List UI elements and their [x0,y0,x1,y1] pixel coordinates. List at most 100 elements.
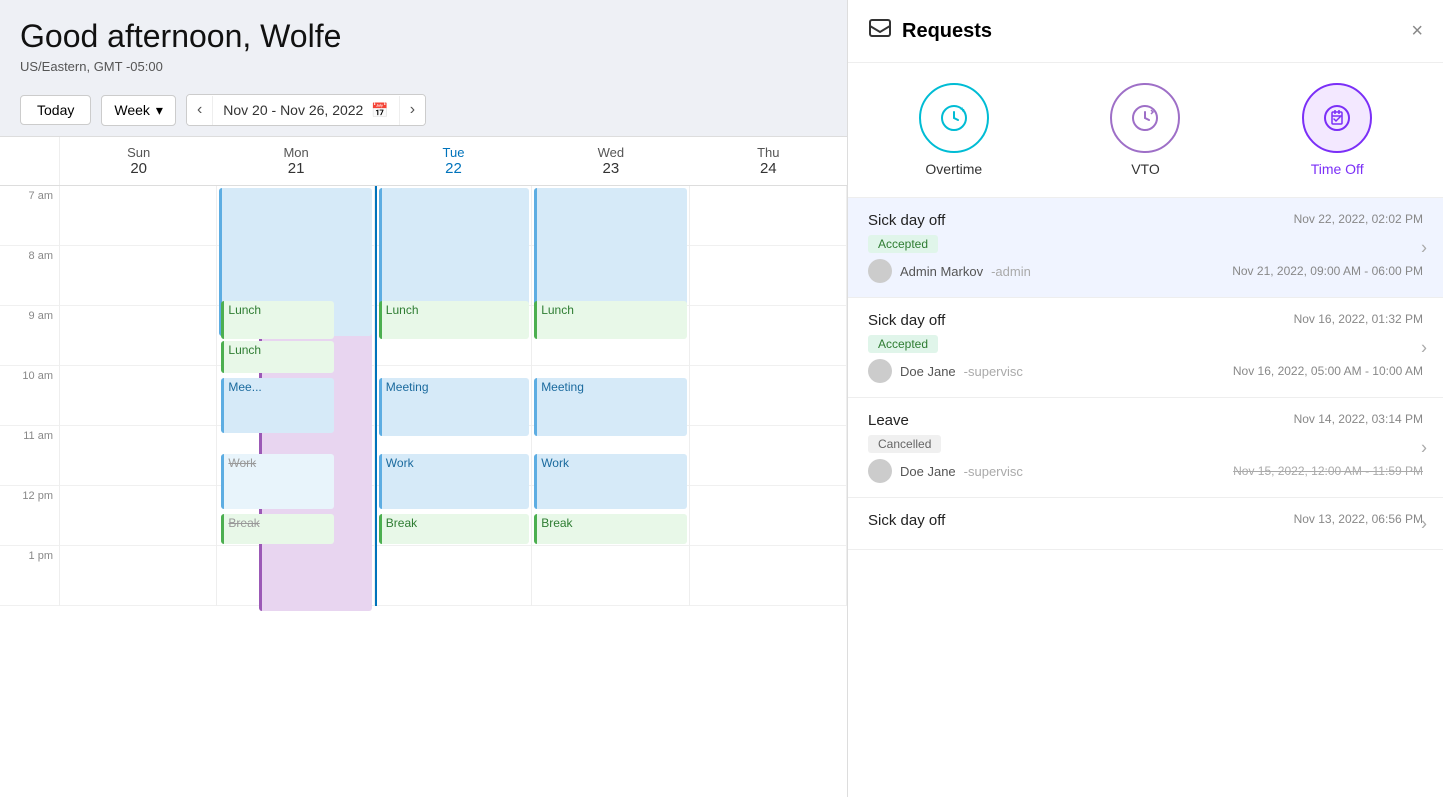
sun-10am [60,366,216,426]
timeoff-label: Time Off [1311,161,1364,177]
request-2-period: Nov 16, 2022, 05:00 AM - 10:00 AM [1233,364,1423,378]
mon-break-event[interactable]: Break [221,514,333,544]
request-2-date: Nov 16, 2022, 01:32 PM [1294,312,1423,326]
thu-7am [690,186,846,246]
thu-10am [690,366,846,426]
day-header-tue: Tue 22 [375,137,532,185]
mon-lunch-event-2[interactable]: Lunch [221,341,333,373]
requests-title: Requests [868,16,992,46]
mon-lunch-event[interactable]: Lunch [221,301,333,339]
day-col-mon: Lunch Sick da... Lunch Mee... Work [217,186,374,606]
inbox-icon [868,16,892,46]
overtime-label: Overtime [925,161,982,177]
request-2-badge: Accepted [868,335,938,353]
day-header-mon: Mon 21 [217,137,374,185]
tue-break-event[interactable]: Break [379,514,529,544]
request-type-vto[interactable]: VTO [1110,83,1180,177]
day-col-wed: Lunch Meeting Work Break [532,186,689,606]
sun-11am [60,426,216,486]
vto-label: VTO [1131,161,1160,177]
request-2-role: -supervisc [964,364,1023,379]
day-col-sun [60,186,217,606]
week-selector[interactable]: Week ▾ [101,95,176,126]
request-3-user: Doe Jane -supervisc Nov 15, 2022, 12:00 … [868,459,1423,483]
close-button[interactable]: × [1411,20,1423,43]
left-panel: Good afternoon, Wolfe US/Eastern, GMT -0… [0,0,848,797]
request-item-4[interactable]: Sick day off Nov 13, 2022, 06:56 PM › [848,498,1443,550]
wed-1pm [532,546,688,606]
request-types: + Overtime VTO [848,63,1443,198]
request-1-avatar [868,259,892,283]
tue-meeting-event[interactable]: Meeting [379,378,529,436]
time-10am: 10 am [0,366,59,426]
request-4-type: Sick day off [868,512,945,529]
tue-lunch-event[interactable]: Lunch [379,301,529,339]
request-2-chevron: › [1421,337,1427,358]
wed-work-event[interactable]: Work [534,454,686,509]
request-1-period: Nov 21, 2022, 09:00 AM - 06:00 PM [1232,264,1423,278]
next-period-button[interactable]: › [400,95,425,125]
calendar-grid: Sun 20 Mon 21 Tue 22 Wed 23 Thu 24 [0,137,847,797]
sun-12pm [60,486,216,546]
requests-list: Sick day off Nov 22, 2022, 02:02 PM Acce… [848,198,1443,797]
prev-period-button[interactable]: ‹ [187,95,212,125]
wed-meeting-event[interactable]: Meeting [534,378,686,436]
request-item-1[interactable]: Sick day off Nov 22, 2022, 02:02 PM Acce… [848,198,1443,298]
request-item-1-header: Sick day off Nov 22, 2022, 02:02 PM [868,212,1423,229]
request-1-user: Admin Markov -admin Nov 21, 2022, 09:00 … [868,259,1423,283]
request-item-3[interactable]: Leave Nov 14, 2022, 03:14 PM Cancelled D… [848,398,1443,498]
request-3-status-row: Cancelled [868,435,1423,459]
mon-meeting-event[interactable]: Mee... [221,378,333,433]
request-2-user: Doe Jane -supervisc Nov 16, 2022, 05:00 … [868,359,1423,383]
time-8am: 8 am [0,246,59,306]
thu-11am [690,426,846,486]
request-1-role: -admin [991,264,1031,279]
request-2-username: Doe Jane [900,364,956,379]
today-button[interactable]: Today [20,95,91,125]
greeting-text: Good afternoon, Wolfe [20,18,827,55]
request-3-avatar [868,459,892,483]
wed-break-event[interactable]: Break [534,514,686,544]
request-type-overtime[interactable]: + Overtime [919,83,989,177]
time-header-spacer [0,137,60,185]
request-1-date: Nov 22, 2022, 02:02 PM [1294,212,1423,226]
tue-1pm [377,546,531,606]
vto-icon [1110,83,1180,153]
time-11am: 11 am [0,426,59,486]
calendar-body: 7 am 8 am 9 am 10 am 11 am 12 pm 1 pm [0,186,847,606]
timeoff-icon [1302,83,1372,153]
request-4-date: Nov 13, 2022, 06:56 PM [1294,512,1423,526]
date-range-display: Nov 20 - Nov 26, 2022 📅 [212,96,400,125]
request-item-2-header: Sick day off Nov 16, 2022, 01:32 PM [868,312,1423,329]
calendar-header: Sun 20 Mon 21 Tue 22 Wed 23 Thu 24 [0,137,847,186]
calendar-icon[interactable]: 📅 [371,102,388,119]
thu-9am [690,306,846,366]
thu-1pm [690,546,846,606]
request-1-status-row: Accepted [868,235,1423,259]
tue-work-event[interactable]: Work [379,454,529,509]
time-7am: 7 am [0,186,59,246]
wed-lunch-event[interactable]: Lunch [534,301,686,339]
requests-header: Requests × [848,0,1443,63]
svg-text:+: + [960,105,965,114]
requests-title-text: Requests [902,20,992,43]
request-item-3-header: Leave Nov 14, 2022, 03:14 PM [868,412,1423,429]
request-type-timeoff[interactable]: Time Off [1302,83,1372,177]
time-1pm: 1 pm [0,546,59,606]
thu-12pm [690,486,846,546]
overtime-icon: + [919,83,989,153]
mon-work-label[interactable]: Work [221,454,333,509]
page-header: Good afternoon, Wolfe US/Eastern, GMT -0… [0,0,847,84]
request-3-chevron: › [1421,437,1427,458]
request-1-chevron: › [1421,237,1427,258]
thu-8am [690,246,846,306]
request-3-type: Leave [868,412,909,429]
sun-7am [60,186,216,246]
sun-9am [60,306,216,366]
request-2-type: Sick day off [868,312,945,329]
request-1-username: Admin Markov [900,264,983,279]
day-col-tue: Lunch Meeting Work Break [375,186,532,606]
request-item-2[interactable]: Sick day off Nov 16, 2022, 01:32 PM Acce… [848,298,1443,398]
day-header-thu: Thu 24 [690,137,847,185]
time-12pm: 12 pm [0,486,59,546]
